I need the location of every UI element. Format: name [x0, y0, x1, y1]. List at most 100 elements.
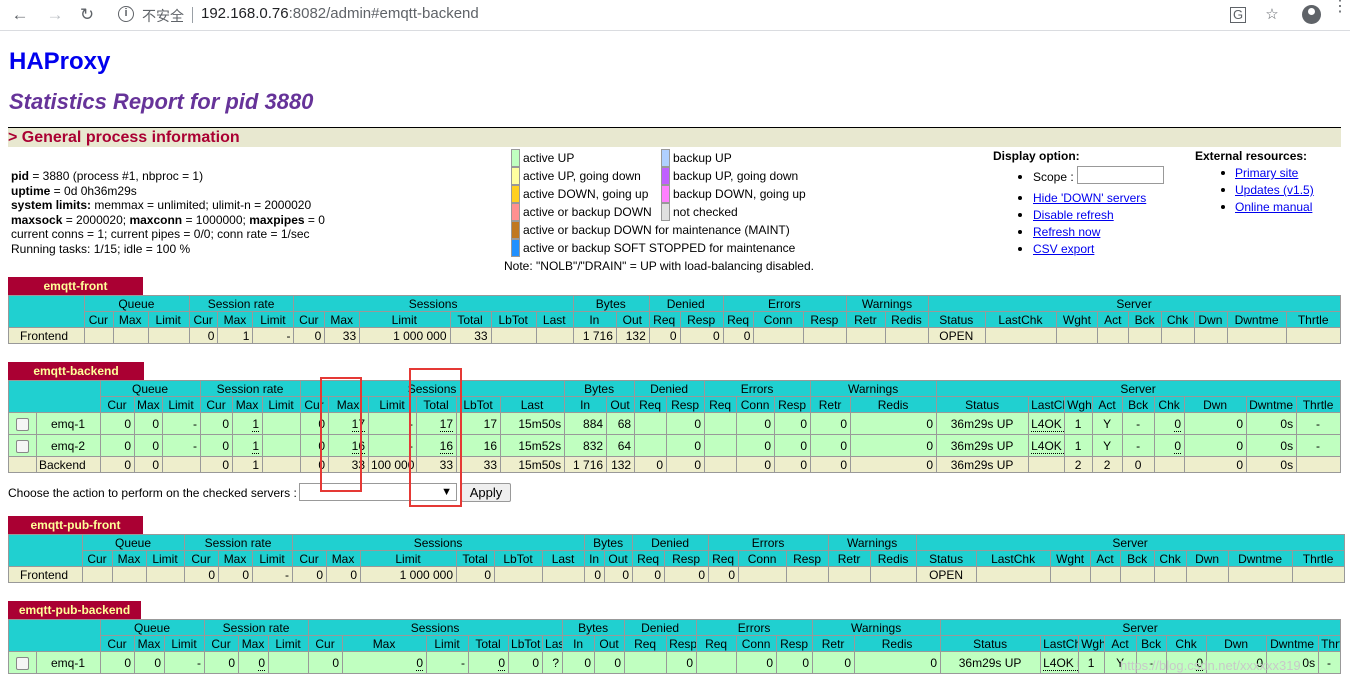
stat-cell: - — [1296, 434, 1341, 457]
display-option-link[interactable]: Refresh now — [1033, 225, 1100, 239]
server-name[interactable]: emq-2 — [36, 434, 101, 457]
star-icon[interactable]: ☆ — [1262, 5, 1282, 25]
column-header: Last — [542, 550, 586, 567]
stat-cell: 0 — [850, 434, 938, 457]
stat-cell — [704, 434, 738, 457]
stat-cell — [1056, 327, 1099, 344]
page-title: Statistics Report for pid 3880 — [9, 89, 314, 114]
row-checkbox-cell — [8, 412, 37, 435]
column-header: Limit — [252, 550, 294, 567]
info-icon[interactable]: i — [118, 6, 134, 22]
column-header: Cur — [308, 635, 344, 652]
scope-input[interactable] — [1077, 166, 1164, 184]
proxy-name-tab[interactable]: emqtt-pub-front — [8, 516, 143, 534]
brand-heading[interactable]: HAProxy — [9, 48, 110, 76]
column-header: Conn — [736, 635, 778, 652]
stat-cell — [1193, 327, 1228, 344]
stat-cell: 0 — [679, 327, 724, 344]
stat-cell: 0 — [184, 566, 220, 583]
column-header: Redis — [870, 550, 918, 567]
external-resources: External resources: — [1195, 149, 1307, 163]
column-group-header: Errors — [704, 380, 812, 397]
stat-cell — [262, 456, 302, 473]
column-group-header: Warnings — [828, 534, 918, 551]
legend-label: backup DOWN, going up — [673, 187, 806, 201]
column-group-header: Warnings — [812, 619, 942, 636]
display-option-link[interactable]: CSV export — [1033, 242, 1094, 256]
stat-cell: 0 — [632, 566, 666, 583]
account-avatar[interactable] — [1302, 5, 1321, 24]
column-header: Limit — [252, 311, 295, 328]
column-header: Resp — [666, 396, 706, 413]
stat-cell: - — [161, 412, 202, 435]
back-icon[interactable]: ← — [10, 5, 30, 25]
stat-cell: 0 — [1154, 412, 1186, 435]
column-header: Out — [594, 635, 626, 652]
row-checkbox[interactable] — [15, 656, 29, 670]
external-resource-link[interactable]: Online manual — [1235, 200, 1312, 214]
external-resource-link[interactable]: Primary site — [1235, 166, 1298, 180]
stat-cell: 36m29s UP — [940, 651, 1042, 674]
stat-cell — [976, 566, 1052, 583]
stat-cell: 15m50s — [500, 456, 566, 473]
frontend-row: Frontend 0 0-0 0 1 000 000 0 0 0 0 0 0 OPEN — [8, 566, 1346, 583]
column-header: Cur — [200, 396, 234, 413]
stat-cell: 0 — [854, 651, 942, 674]
stat-cell: 0 — [308, 651, 344, 674]
bullet-icon — [1018, 196, 1022, 200]
proxy-name-tab[interactable]: emqtt-pub-backend — [8, 601, 141, 619]
row-checkbox[interactable] — [15, 417, 29, 431]
stat-cell: 15m52s — [500, 434, 566, 457]
stat-cell: 0 — [200, 456, 234, 473]
stat-cell — [704, 412, 738, 435]
legend-label: active or backup DOWN for maintenance (M… — [523, 223, 790, 237]
stat-cell — [828, 566, 872, 583]
legend-label: active or backup DOWN — [523, 205, 652, 219]
proxy-name-tab[interactable]: emqtt-front — [8, 277, 143, 295]
column-group-header: Denied — [624, 619, 698, 636]
apply-button[interactable]: Apply — [461, 483, 511, 502]
stat-cell: 1 000 000 — [360, 566, 458, 583]
stat-cell: 1 — [1064, 434, 1094, 457]
stat-cell: 0 — [218, 566, 254, 583]
column-header: Resp — [776, 635, 814, 652]
stat-cell: 36m29s UP — [936, 456, 1030, 473]
column-header: Last — [500, 396, 566, 413]
proxy-stats-table: Queue Session rate Sessions Bytes Denied Erro… — [8, 534, 1346, 583]
stat-cell — [268, 651, 310, 674]
stat-cell: 0 — [238, 651, 270, 674]
legend-swatch — [511, 185, 520, 203]
server-name[interactable]: emq-1 — [36, 651, 101, 674]
column-group-header: Server — [928, 295, 1341, 312]
translate-icon[interactable]: G — [1230, 7, 1246, 23]
stat-cell: 0 — [293, 327, 326, 344]
server-name[interactable]: emq-1 — [36, 412, 101, 435]
stat-cell: 0 — [850, 456, 938, 473]
column-header: Cur — [100, 635, 135, 652]
column-header: In — [572, 311, 617, 328]
column-header: Out — [604, 550, 634, 567]
stat-cell: 0 — [604, 566, 634, 583]
forward-icon[interactable]: → — [45, 5, 65, 25]
stat-cell: 0 — [850, 412, 938, 435]
column-header: Max — [134, 396, 163, 413]
column-header: Limit — [268, 635, 310, 652]
column-header: In — [564, 396, 608, 413]
column-group-header: Denied — [634, 380, 706, 397]
highlight-box-total — [409, 368, 462, 507]
display-option-link[interactable]: Hide 'DOWN' servers — [1033, 191, 1146, 205]
proxy-name-tab[interactable]: emqtt-backend — [8, 362, 144, 380]
column-header: Last — [535, 311, 574, 328]
row-checkbox[interactable] — [15, 439, 29, 453]
stat-cell: 1 — [1064, 412, 1094, 435]
stat-cell: 0 — [774, 412, 812, 435]
stat-cell: 0 — [100, 434, 135, 457]
column-group-header: Errors — [708, 534, 830, 551]
stat-cell — [696, 651, 738, 674]
address-bar[interactable]: 192.168.0.76:8082/admin#emqtt-backend — [201, 5, 479, 22]
display-option-link[interactable]: Disable refresh — [1033, 208, 1114, 222]
column-header: Limit — [161, 396, 202, 413]
reload-icon[interactable]: ↻ — [77, 5, 97, 25]
external-resource-link[interactable]: Updates (v1.5) — [1235, 183, 1314, 197]
menu-icon[interactable]: ⋮ — [1332, 0, 1348, 15]
